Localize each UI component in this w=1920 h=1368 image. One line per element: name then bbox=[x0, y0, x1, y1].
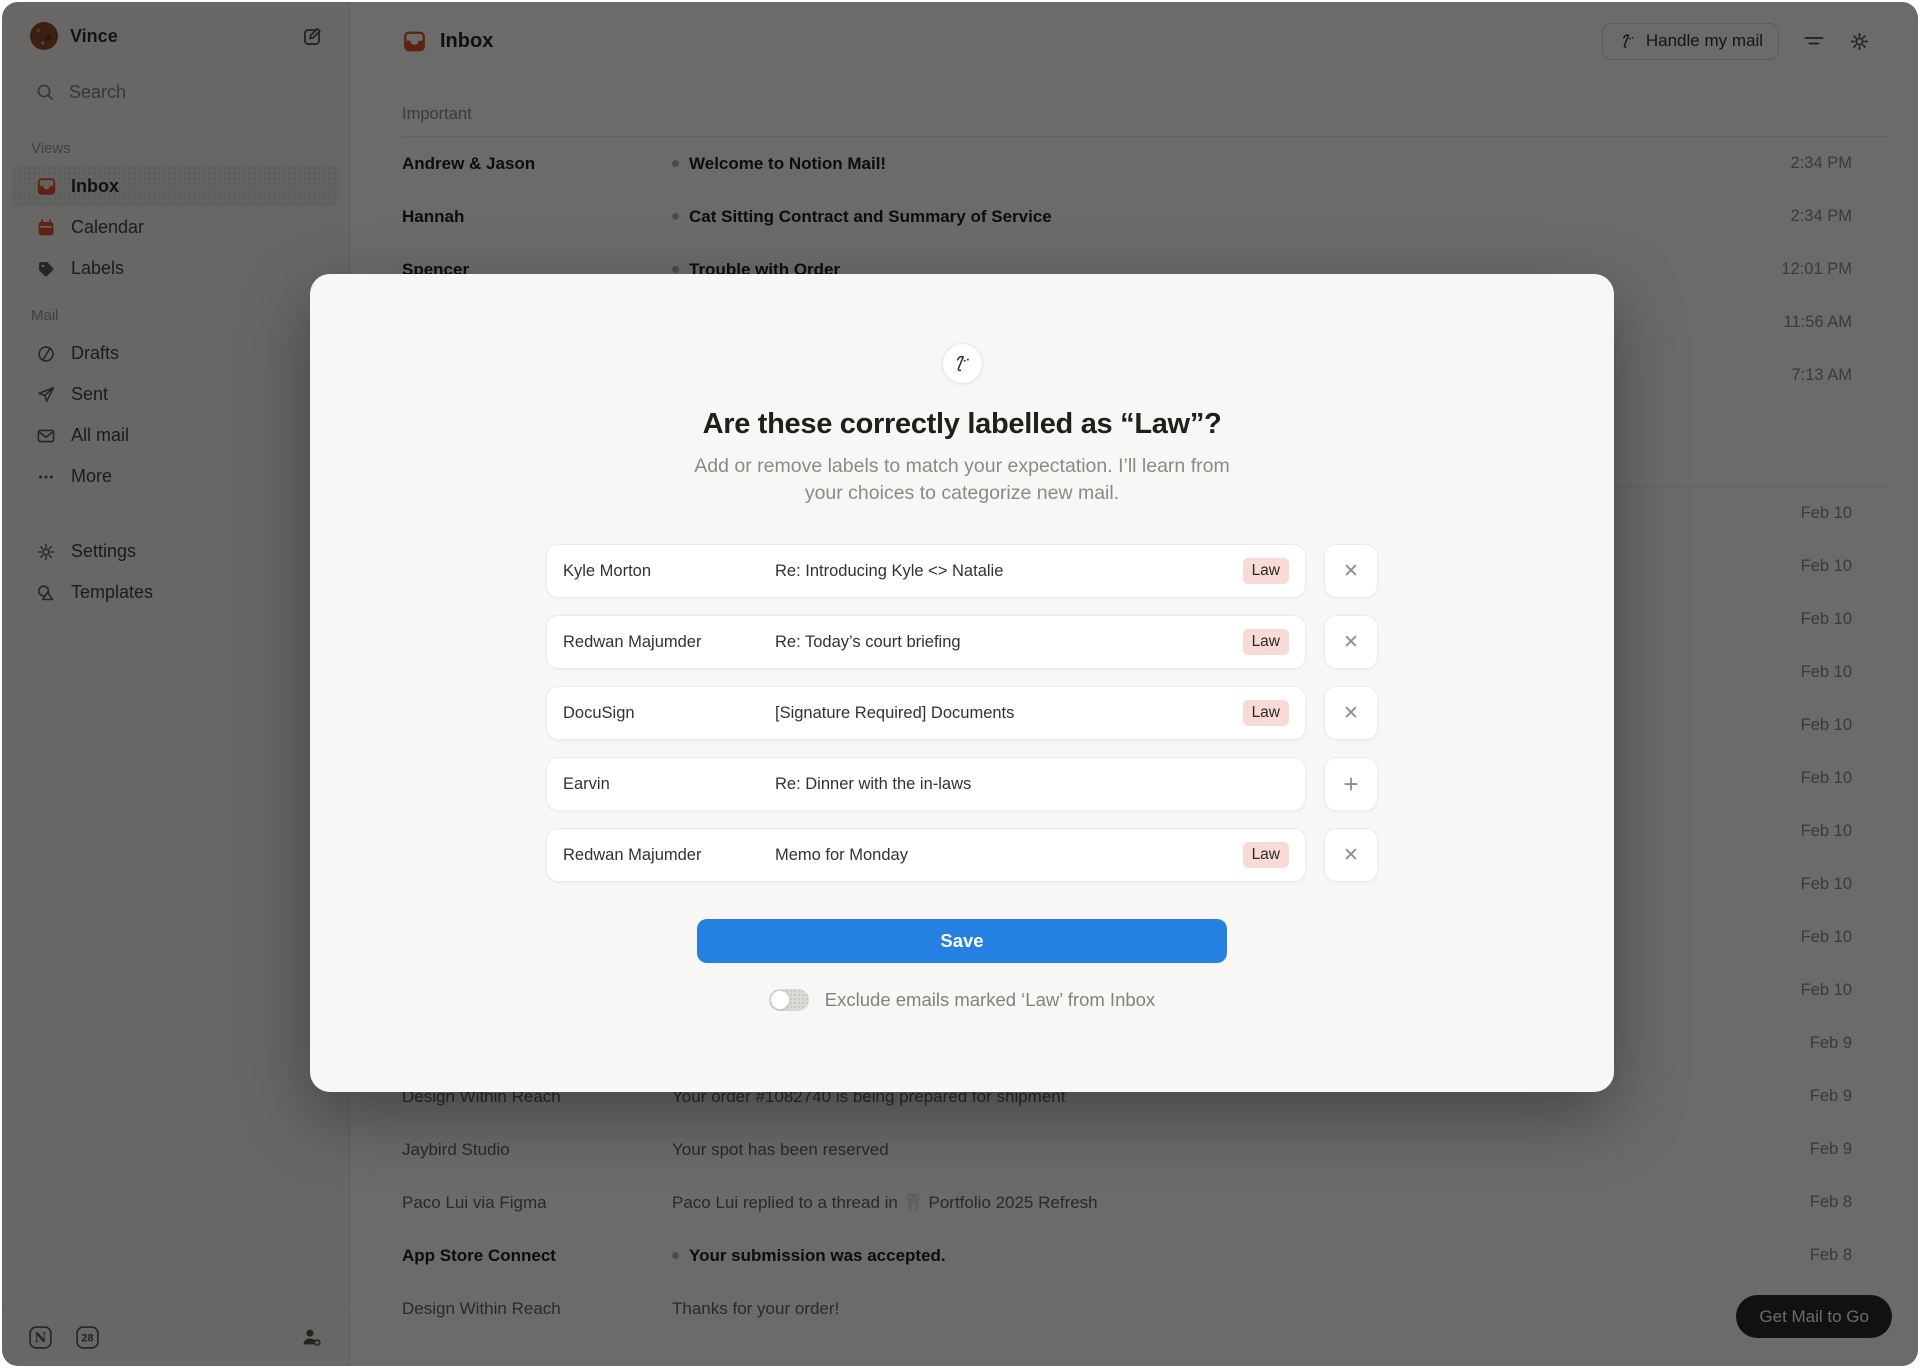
review-sender: DocuSign bbox=[563, 704, 775, 723]
label-review-card: Redwan Majumder Memo for Monday Law bbox=[546, 828, 1306, 882]
review-sender: Earvin bbox=[563, 775, 775, 794]
label-review-row: Redwan Majumder Re: Today’s court briefi… bbox=[546, 615, 1378, 669]
label-review-card: Earvin Re: Dinner with the in-laws bbox=[546, 757, 1306, 811]
save-button[interactable]: Save bbox=[697, 919, 1227, 963]
remove-label-button[interactable]: ✕ bbox=[1324, 544, 1378, 598]
exclude-toggle[interactable] bbox=[769, 989, 809, 1011]
label-badge: Law bbox=[1243, 700, 1289, 726]
review-subject: Re: Today’s court briefing bbox=[775, 633, 1243, 652]
label-badge: Law bbox=[1243, 629, 1289, 655]
toggle-knob bbox=[771, 991, 789, 1009]
remove-label-button[interactable]: ✕ bbox=[1324, 686, 1378, 740]
review-sender: Redwan Majumder bbox=[563, 633, 775, 652]
label-review-card: Kyle Morton Re: Introducing Kyle <> Nata… bbox=[546, 544, 1306, 598]
label-review-row: DocuSign [Signature Required] Documents … bbox=[546, 686, 1378, 740]
label-badge: Law bbox=[1243, 558, 1289, 584]
label-review-row: Kyle Morton Re: Introducing Kyle <> Nata… bbox=[546, 544, 1378, 598]
label-badge: Law bbox=[1243, 842, 1289, 868]
review-sender: Kyle Morton bbox=[563, 562, 775, 581]
label-review-card: DocuSign [Signature Required] Documents … bbox=[546, 686, 1306, 740]
notion-mail-window: Vince Search Views Inbox Calendar bbox=[0, 0, 1920, 1368]
modal-title: Are these correctly labelled as “Law”? bbox=[310, 408, 1614, 441]
review-subject: Memo for Monday bbox=[775, 846, 1243, 865]
remove-label-button[interactable]: ✕ bbox=[1324, 828, 1378, 882]
remove-label-button[interactable]: ✕ bbox=[1324, 615, 1378, 669]
add-label-button[interactable]: + bbox=[1324, 757, 1378, 811]
label-review-modal: Are these correctly labelled as “Law”? A… bbox=[310, 274, 1614, 1092]
review-subject: Re: Introducing Kyle <> Natalie bbox=[775, 562, 1243, 581]
exclude-toggle-label: Exclude emails marked ‘Law’ from Inbox bbox=[825, 989, 1155, 1011]
ai-mascot-icon bbox=[942, 343, 983, 384]
review-subject: Re: Dinner with the in-laws bbox=[775, 775, 1289, 794]
label-review-card: Redwan Majumder Re: Today’s court briefi… bbox=[546, 615, 1306, 669]
review-sender: Redwan Majumder bbox=[563, 846, 775, 865]
review-subject: [Signature Required] Documents bbox=[775, 704, 1243, 723]
label-review-row: Earvin Re: Dinner with the in-laws + bbox=[546, 757, 1378, 811]
label-review-row: Redwan Majumder Memo for Monday Law ✕ bbox=[546, 828, 1378, 882]
modal-subtitle: Add or remove labels to match your expec… bbox=[678, 453, 1246, 507]
